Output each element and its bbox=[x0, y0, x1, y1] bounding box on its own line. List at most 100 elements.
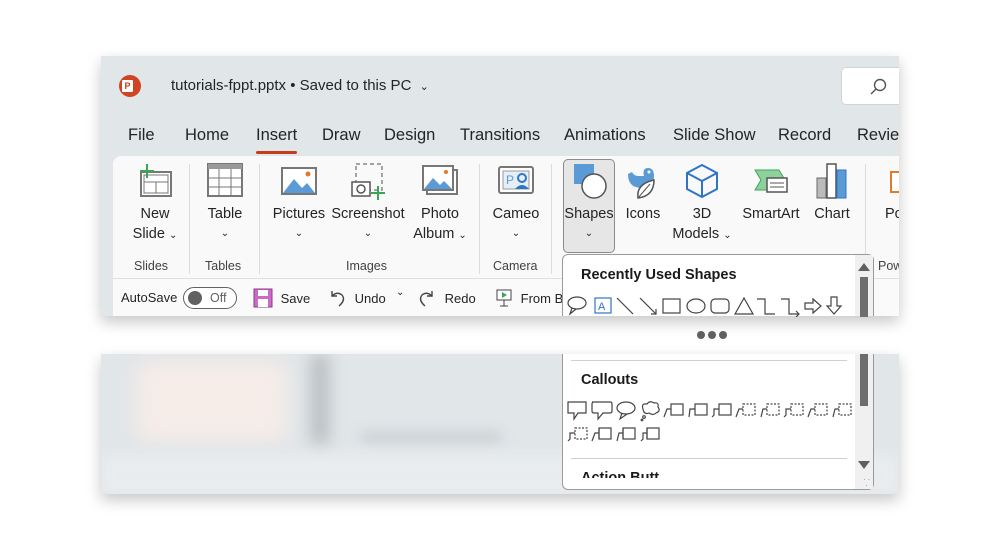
shape-arrow-line bbox=[639, 297, 657, 315]
shape-elbow-arrow bbox=[781, 298, 800, 317]
callout-icons-row-1 bbox=[567, 401, 852, 422]
group-divider bbox=[551, 164, 552, 274]
icons-icon bbox=[628, 168, 655, 199]
shape-line bbox=[616, 297, 634, 315]
callout-line-1 bbox=[663, 403, 684, 418]
callout-line-2 bbox=[688, 403, 708, 418]
save-icon bbox=[253, 288, 273, 308]
table-icon bbox=[207, 163, 243, 197]
scroll-down-arrow-icon[interactable] bbox=[858, 461, 870, 469]
shapes-panel-scrollbar[interactable] bbox=[855, 354, 873, 489]
tab-record[interactable]: Record bbox=[778, 126, 831, 145]
shape-rounded-rectangle bbox=[710, 298, 730, 314]
chevron-down-icon[interactable]: ⌄ bbox=[420, 80, 429, 93]
save-button[interactable]: Save bbox=[253, 288, 310, 308]
recently-used-shapes-heading: Recently Used Shapes bbox=[581, 267, 737, 283]
search-box[interactable] bbox=[841, 67, 899, 105]
callout-accent-2 bbox=[766, 403, 780, 416]
action-buttons-heading-partial: Action Butt bbox=[581, 470, 660, 478]
chevron-down-icon: ⌄ bbox=[363, 228, 373, 239]
file-name: tutorials-fppt.pptx bbox=[171, 77, 287, 94]
tab-review[interactable]: Review bbox=[857, 126, 899, 145]
callout-cloud bbox=[640, 401, 660, 422]
new-slide-button[interactable]: New Slide ⌄ bbox=[131, 162, 179, 246]
undo-icon bbox=[331, 291, 345, 307]
document-title[interactable]: tutorials-fppt.pptx • Saved to this PC ⌄ bbox=[171, 77, 429, 94]
resize-grip-icon[interactable]: . . . bbox=[863, 474, 870, 488]
autosave-label: AutoSave bbox=[121, 290, 178, 305]
tab-animations[interactable]: Animations bbox=[564, 126, 646, 145]
callout-accent-3 bbox=[790, 403, 804, 416]
shapes-button[interactable]: Shapes ⌄ bbox=[563, 162, 615, 244]
shapes-panel-scrollbar[interactable] bbox=[855, 255, 873, 317]
chevron-down-icon: ⌄ bbox=[294, 228, 304, 239]
tab-file[interactable]: File bbox=[128, 126, 155, 145]
svg-text:A: A bbox=[598, 301, 606, 313]
redo-button[interactable]: Redo bbox=[417, 288, 476, 308]
shape-rectangle bbox=[662, 298, 681, 314]
shape-down-arrow bbox=[825, 296, 843, 315]
power-addin-icon bbox=[890, 171, 899, 193]
tab-insert[interactable]: Insert bbox=[256, 126, 298, 154]
chevron-down-icon: ⌄ bbox=[168, 230, 178, 241]
scroll-thumb[interactable] bbox=[860, 277, 868, 317]
smartart-button[interactable]: SmartArt bbox=[739, 162, 803, 224]
shape-elbow-connector bbox=[757, 298, 775, 315]
autosave-toggle[interactable]: Off bbox=[183, 287, 237, 309]
callout-line-3 bbox=[711, 403, 732, 418]
chart-icon bbox=[816, 163, 847, 199]
chevron-down-icon: ⌄ bbox=[220, 228, 230, 239]
more-ellipsis-icon bbox=[697, 331, 730, 339]
power-button-partial[interactable]: Po bbox=[877, 162, 899, 224]
recent-shapes-icons: A bbox=[567, 296, 843, 317]
cameo-button[interactable]: P Cameo ⌄ bbox=[490, 162, 542, 244]
scroll-up-arrow-icon[interactable] bbox=[858, 263, 870, 271]
pictures-icon bbox=[281, 167, 317, 195]
tab-slide-show[interactable]: Slide Show bbox=[673, 126, 756, 145]
3d-cube-icon bbox=[686, 163, 718, 199]
3d-models-button[interactable]: 3D Models ⌄ bbox=[671, 162, 733, 246]
smartart-icon bbox=[754, 169, 788, 193]
callout-rect bbox=[567, 401, 587, 421]
icons-button[interactable]: Icons bbox=[619, 162, 667, 224]
photo-album-icon bbox=[422, 165, 458, 195]
shapes-icon bbox=[574, 164, 607, 199]
cameo-icon: P bbox=[498, 166, 534, 194]
chevron-down-icon: ⌄ bbox=[511, 228, 521, 239]
chevron-down-icon: ⌄ bbox=[723, 230, 732, 241]
undo-dropdown[interactable]: ⌄ bbox=[396, 287, 404, 298]
tab-transitions[interactable]: Transitions bbox=[460, 126, 540, 145]
shapes-gallery-bottom: Callouts Action Butt . . . bbox=[562, 354, 874, 490]
chevron-down-icon: ⌄ bbox=[584, 228, 594, 239]
undo-button[interactable]: Undo bbox=[327, 288, 386, 308]
new-slide-icon bbox=[140, 164, 172, 197]
callouts-heading: Callouts bbox=[581, 372, 639, 388]
callout-border-2 bbox=[838, 403, 852, 416]
table-button[interactable]: Table ⌄ bbox=[201, 162, 249, 244]
callout-icons-row-2 bbox=[567, 427, 660, 442]
group-label-camera: Camera bbox=[493, 259, 538, 273]
callout-shapes-row-2 bbox=[567, 424, 857, 446]
callout-rounded bbox=[591, 401, 613, 421]
from-beginning-button[interactable]: From Be bbox=[495, 288, 570, 308]
tab-design[interactable]: Design bbox=[384, 126, 435, 145]
svg-text:P: P bbox=[506, 173, 514, 187]
powerpoint-logo-icon: P bbox=[119, 75, 141, 97]
callout-accent-1 bbox=[742, 403, 756, 416]
save-status: Saved to this PC bbox=[299, 77, 412, 94]
screenshot-icon bbox=[351, 163, 385, 200]
photo-album-button[interactable]: Photo Album ⌄ bbox=[409, 162, 471, 246]
screenshot-button[interactable]: Screenshot ⌄ bbox=[331, 162, 405, 244]
scroll-thumb[interactable] bbox=[860, 354, 868, 406]
group-label-images: Images bbox=[346, 259, 387, 273]
tab-home[interactable]: Home bbox=[185, 126, 229, 145]
shape-right-arrow bbox=[804, 297, 822, 315]
group-label-tables: Tables bbox=[205, 259, 242, 273]
presentation-play-icon bbox=[496, 289, 512, 307]
slide-thumbnail-blurred bbox=[137, 362, 287, 442]
pictures-button[interactable]: Pictures ⌄ bbox=[271, 162, 327, 244]
recent-shapes-row: A bbox=[567, 295, 857, 317]
chart-button[interactable]: Chart bbox=[809, 162, 855, 224]
tab-draw[interactable]: Draw bbox=[322, 126, 361, 145]
search-icon bbox=[870, 78, 887, 95]
